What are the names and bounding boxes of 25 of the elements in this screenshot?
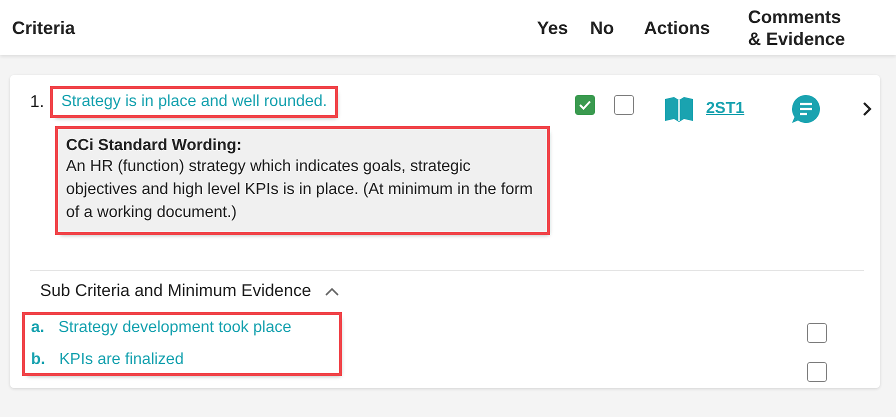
column-header: No bbox=[590, 16, 615, 38]
caret-up-icon[interactable] bbox=[325, 286, 340, 296]
checkbox[interactable] bbox=[807, 362, 827, 382]
column-header: & Evidence bbox=[748, 28, 846, 50]
action-code-link[interactable]: 2ST1 bbox=[706, 100, 744, 118]
wording-text: An HR (function) strategy which indicates goals, strategic objectives and high level KPIs is in place. (At minimum in the form of a working document.) bbox=[66, 157, 534, 223]
criterion-title-link[interactable]: Strategy is in place and well rounded. bbox=[53, 89, 336, 115]
column-header: Criteria bbox=[12, 16, 76, 38]
column-header: Actions bbox=[644, 16, 712, 38]
chevron-right-icon[interactable] bbox=[862, 101, 872, 117]
criterion-number: 1. bbox=[30, 92, 44, 112]
checkbox[interactable] bbox=[807, 323, 827, 343]
check-icon bbox=[578, 98, 592, 112]
column-header: Comments bbox=[748, 6, 842, 28]
checkbox[interactable] bbox=[614, 95, 634, 115]
sub-criteria-title: Sub Criteria and Minimum Evidence bbox=[40, 281, 312, 301]
checkbox[interactable] bbox=[575, 95, 595, 115]
sub-criteria-item[interactable]: Strategy development took place bbox=[58, 319, 292, 337]
wording-heading: CCi Standard Wording: bbox=[66, 137, 243, 155]
comment-icon[interactable] bbox=[790, 93, 822, 125]
sub-criteria-letter: b. bbox=[31, 351, 46, 369]
sub-criteria-letter: a. bbox=[31, 319, 44, 337]
column-header: Yes bbox=[537, 16, 570, 38]
book-icon[interactable] bbox=[664, 96, 694, 122]
sub-criteria-item[interactable]: KPIs are finalized bbox=[59, 351, 184, 369]
